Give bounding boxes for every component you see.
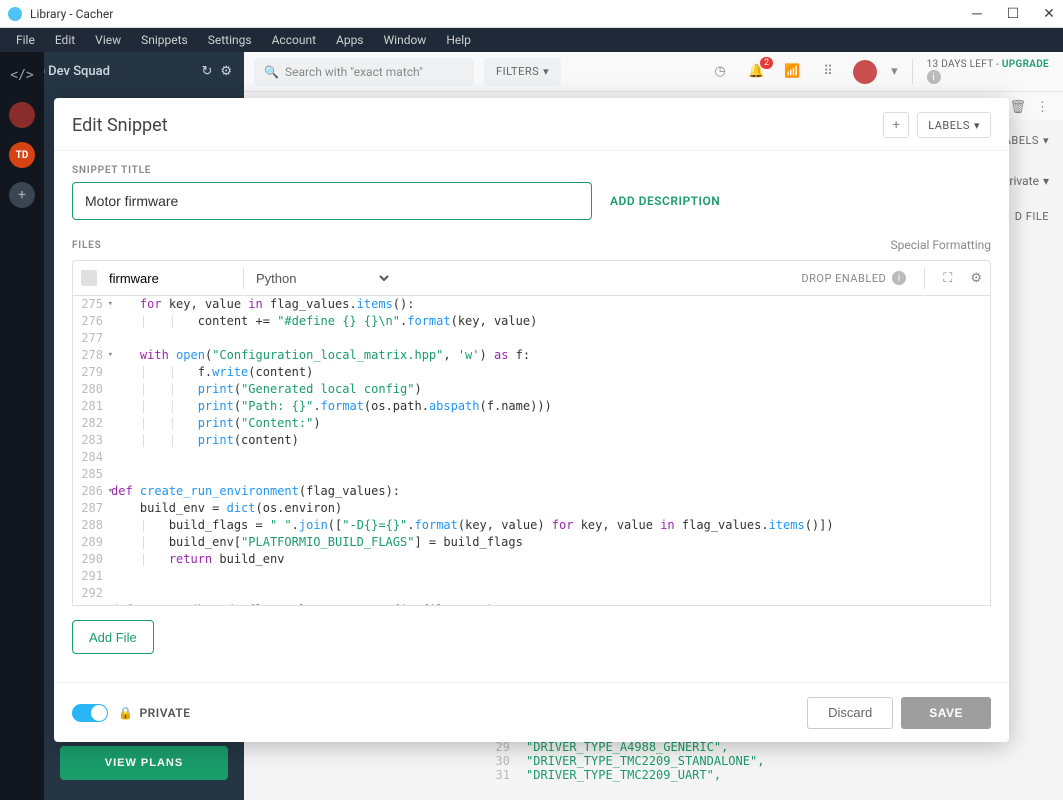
file-icon — [81, 270, 97, 286]
bg-code: 29"DRIVER_TYPE_A4988_GENERIC",30"DRIVER_… — [490, 740, 1063, 800]
code-line[interactable]: 279 | | f.write(content) — [73, 364, 990, 381]
view-plans-button[interactable]: VIEW PLANS — [60, 746, 228, 780]
window-titlebar: Library - Cacher ─ ☐ ✕ — [0, 0, 1063, 28]
drop-enabled-label: DROP ENABLED i — [801, 271, 906, 285]
upgrade-link[interactable]: UPGRADE — [1002, 59, 1049, 70]
code-line[interactable]: 278▾ with open("Configuration_local_matr… — [73, 347, 990, 364]
chevron-down-icon[interactable]: ▾ — [891, 64, 898, 79]
edit-snippet-modal: Edit Snippet + LABELS ▾ SNIPPET TITLE AD… — [54, 98, 1009, 742]
file-toolbar: Python DROP ENABLED i ⛶ ⚙ — [72, 260, 991, 296]
labels-dropdown[interactable]: LABELS ▾ — [917, 112, 991, 138]
fullscreen-icon[interactable]: ⛶ — [943, 271, 952, 286]
app-icon — [8, 7, 22, 21]
search-placeholder: Search with "exact match" — [285, 65, 423, 79]
code-line[interactable]: 276 | | content += "#define {} {}\n".for… — [73, 313, 990, 330]
timer-icon[interactable]: ◷ — [709, 61, 731, 83]
menu-help[interactable]: Help — [436, 33, 481, 47]
gear-icon[interactable]: ⚙ — [970, 271, 982, 286]
menu-edit[interactable]: Edit — [45, 33, 85, 47]
code-editor[interactable]: 275▾ for key, value in flag_values.items… — [72, 296, 991, 606]
code-line[interactable]: 292 — [73, 585, 990, 602]
code-line[interactable]: 280 | | print("Generated local config") — [73, 381, 990, 398]
trash-icon[interactable]: 🗑 — [1009, 100, 1026, 115]
code-line[interactable]: 293▾def execute(board, flag_values, use_… — [73, 602, 990, 606]
code-line[interactable]: 291 — [73, 568, 990, 585]
minimize-button[interactable]: ─ — [971, 8, 983, 20]
maximize-button[interactable]: ☐ — [1007, 8, 1019, 20]
trial-status: 13 DAYS LEFT - UPGRADE i — [912, 59, 1049, 84]
bg-addfile: D FILE — [1015, 210, 1049, 223]
private-toggle[interactable] — [72, 704, 108, 722]
menu-account[interactable]: Account — [262, 33, 326, 47]
notification-badge: 2 — [760, 57, 773, 69]
gear-icon[interactable]: ⚙ — [220, 64, 232, 79]
code-line[interactable]: 277 — [73, 330, 990, 347]
chevron-down-icon: ▾ — [974, 119, 980, 132]
modal-footer: 🔒 PRIVATE Discard SAVE — [54, 682, 1009, 742]
menubar: FileEditViewSnippetsSettingsAccountAppsW… — [0, 28, 1063, 52]
bell-icon[interactable]: 🔔2 — [745, 61, 767, 83]
file-name-input[interactable] — [105, 266, 235, 290]
file-language-select[interactable]: Python — [252, 266, 392, 290]
left-rail: </> TD + — [0, 52, 44, 800]
save-button[interactable]: SAVE — [901, 697, 991, 729]
search-icon: 🔍 — [264, 65, 279, 79]
menu-apps[interactable]: Apps — [326, 33, 374, 47]
info-icon[interactable]: i — [927, 70, 941, 84]
code-line[interactable]: 289 | build_env["PLATFORMIO_BUILD_FLAGS"… — [73, 534, 990, 551]
rss-icon[interactable]: 📶 — [781, 61, 803, 83]
info-icon[interactable]: i — [892, 271, 906, 285]
code-line[interactable]: 284 — [73, 449, 990, 466]
snippet-title-input[interactable] — [72, 182, 592, 220]
lock-icon: 🔒 — [118, 706, 133, 720]
window-title: Library - Cacher — [30, 7, 971, 21]
top-toolbar: Temp Dev Squad ↻ ⚙ 🔍 Search with "exact … — [0, 52, 1063, 92]
menu-snippets[interactable]: Snippets — [131, 33, 198, 47]
code-icon[interactable]: </> — [9, 62, 35, 88]
menu-file[interactable]: File — [6, 33, 45, 47]
modal-header: Edit Snippet + LABELS ▾ — [54, 98, 1009, 151]
code-line[interactable]: 290 | return build_env — [73, 551, 990, 568]
apps-icon[interactable]: ⠿ — [817, 61, 839, 83]
code-line[interactable]: 283 | | print(content) — [73, 432, 990, 449]
bg-actions: 🗑 ⋮ — [1009, 100, 1049, 115]
add-file-button[interactable]: Add File — [72, 620, 154, 654]
discard-button[interactable]: Discard — [807, 697, 893, 729]
team-avatar-1[interactable] — [9, 102, 35, 128]
search-input[interactable]: 🔍 Search with "exact match" — [254, 58, 474, 86]
modal-title: Edit Snippet — [72, 115, 883, 136]
add-team-icon[interactable]: + — [9, 182, 35, 208]
code-line[interactable]: 285 — [73, 466, 990, 483]
special-formatting-link[interactable]: Special Formatting — [891, 238, 991, 252]
code-line[interactable]: 282 | | print("Content:") — [73, 415, 990, 432]
chevron-down-icon: ▾ — [543, 65, 549, 78]
code-line[interactable]: 281 | | print("Path: {}".format(os.path.… — [73, 398, 990, 415]
add-label-button[interactable]: + — [883, 112, 909, 138]
code-line[interactable]: 287 build_env = dict(os.environ) — [73, 500, 990, 517]
code-line[interactable]: 286▾def create_run_environment(flag_valu… — [73, 483, 990, 500]
more-icon[interactable]: ⋮ — [1036, 100, 1049, 115]
filters-button[interactable]: FILTERS ▾ — [484, 58, 561, 86]
team-avatar-td[interactable]: TD — [9, 142, 35, 168]
refresh-icon[interactable]: ↻ — [201, 64, 212, 79]
close-button[interactable]: ✕ — [1043, 8, 1055, 20]
menu-settings[interactable]: Settings — [198, 33, 262, 47]
menu-window[interactable]: Window — [374, 33, 437, 47]
snippet-title-label: SNIPPET TITLE — [72, 165, 991, 176]
avatar[interactable] — [853, 60, 877, 84]
private-label: 🔒 PRIVATE — [118, 706, 191, 720]
code-line[interactable]: 275▾ for key, value in flag_values.items… — [73, 296, 990, 313]
menu-view[interactable]: View — [85, 33, 131, 47]
files-label: FILES — [72, 240, 891, 251]
code-line[interactable]: 288 | build_flags = " ".join(["-D{}={}".… — [73, 517, 990, 534]
add-description-button[interactable]: ADD DESCRIPTION — [610, 194, 720, 208]
